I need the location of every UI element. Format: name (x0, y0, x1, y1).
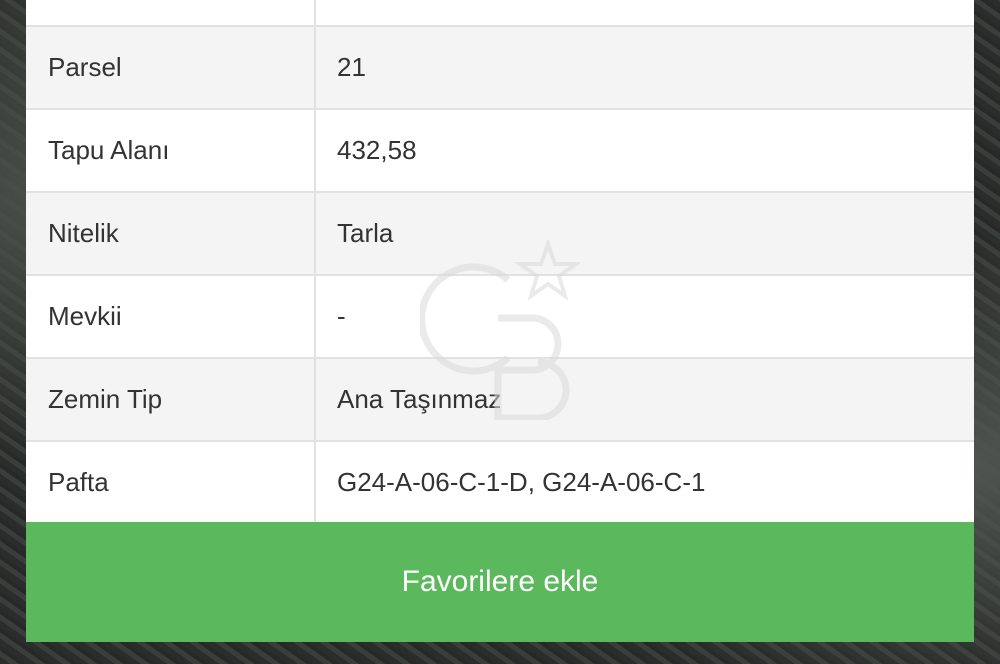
row-value: - (337, 301, 346, 331)
row-label: Tapu Alanı (26, 110, 316, 191)
table-row-parsel: Parsel 21 (26, 27, 974, 110)
row-label: Parsel (26, 27, 316, 108)
table-row-nitelik: Nitelik Tarla (26, 193, 974, 276)
add-to-favorites-button[interactable]: Favorilere ekle (26, 522, 974, 642)
table-row-zemin-tip: Zemin Tip Ana Taşınmaz (26, 359, 974, 442)
row-label: Zemin Tip (26, 359, 316, 440)
row-label: Nitelik (26, 193, 316, 274)
row-label: Pafta (26, 442, 316, 523)
row-value: Tarla (337, 218, 394, 248)
row-value: G24-A-06-C-1-D, G24-A-06-C-1 (337, 467, 706, 497)
table-row-tapu-alani: Tapu Alanı 432,58 (26, 110, 974, 193)
table-row (26, 0, 974, 27)
table-row-pafta: Pafta G24-A-06-C-1-D, G24-A-06-C-1 (26, 442, 974, 525)
row-label (26, 0, 316, 25)
row-label: Mevkii (26, 276, 316, 357)
row-value: 432,58 (337, 135, 417, 165)
row-value (316, 0, 974, 25)
row-value: Ana Taşınmaz (337, 384, 502, 414)
table-row-mevkii: Mevkii - (26, 276, 974, 359)
property-details-panel: Parsel 21 Tapu Alanı 432,58 Nitelik Tarl… (26, 0, 974, 642)
row-value: 21 (337, 52, 366, 82)
details-table: Parsel 21 Tapu Alanı 432,58 Nitelik Tarl… (26, 0, 974, 525)
